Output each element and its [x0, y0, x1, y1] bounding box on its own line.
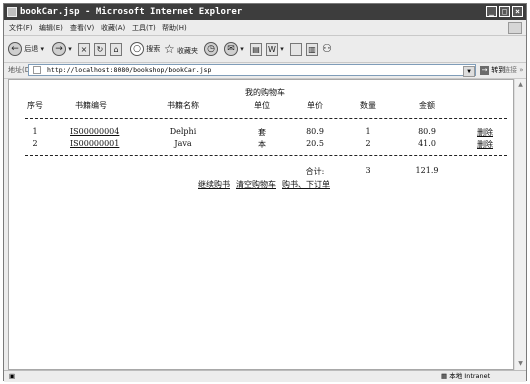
cart-title: 我的购物车 [245, 88, 285, 97]
menu-help[interactable]: 帮助(H) [162, 21, 187, 35]
stop-icon: × [78, 42, 90, 56]
minimize-button[interactable]: _ [486, 6, 497, 17]
rows-divider [25, 155, 507, 156]
home-button[interactable]: ⌂ [110, 40, 122, 58]
total-label: 合计: [305, 167, 325, 176]
menu-view[interactable]: 查看(V) [70, 21, 94, 35]
menu-file[interactable]: 文件(F) [9, 21, 33, 35]
go-arrow-icon: → [480, 65, 489, 75]
header-qty: 数量 [360, 101, 376, 110]
page-icon [33, 66, 41, 74]
status-page-icon: ▣ [9, 372, 16, 380]
maximize-button[interactable]: □ [499, 6, 510, 17]
header-book-name: 书籍名称 [167, 101, 199, 110]
book-name: Java [174, 139, 192, 148]
row-no: 2 [32, 139, 38, 148]
header-unit: 单位 [254, 101, 270, 110]
header-amount: 金额 [419, 101, 435, 110]
search-icon: ○ [130, 42, 144, 56]
go-button[interactable]: → 转到 [480, 63, 505, 78]
print-icon: ▤ [250, 42, 262, 56]
menu-tools[interactable]: 工具(T) [132, 21, 156, 35]
title-bar: bookCar.jsp - Microsoft Internet Explore… [4, 4, 526, 20]
place-order-link[interactable]: 购书、下订单 [282, 179, 330, 190]
quantity: 2 [365, 139, 371, 148]
menu-bar: 文件(F) 编辑(E) 查看(V) 收藏(A) 工具(T) 帮助(H) [4, 21, 526, 36]
favorites-button[interactable]: ☆ 收藏夹 [164, 40, 198, 58]
links-label[interactable]: 链接 » [503, 63, 524, 78]
address-bar: 地址(D) http://localhost:8080/bookshop/boo… [4, 63, 526, 79]
total-quantity: 3 [365, 166, 371, 175]
star-icon: ☆ [164, 42, 175, 56]
price: 20.5 [306, 139, 324, 148]
header-price: 单价 [307, 101, 323, 110]
continue-shopping-link[interactable]: 继续购书 [198, 179, 230, 190]
header-book-id: 书籍编号 [75, 101, 107, 110]
forward-button[interactable]: → ▾ [52, 40, 72, 58]
header-divider [25, 118, 507, 119]
print-button[interactable]: ▤ [250, 40, 262, 58]
discuss-icon [290, 42, 302, 56]
delete-link[interactable]: 删除 [477, 127, 493, 138]
book-id-link[interactable]: IS00000001 [70, 139, 119, 148]
back-arrow-icon: ← [8, 42, 22, 56]
page-content: 我的购物车 序号 书籍编号 书籍名称 单位 单价 数量 金额 1 IS00000… [8, 79, 514, 370]
status-bar: ▣ ▦ 本地 Intranet [4, 370, 526, 382]
history-icon: ◷ [204, 42, 218, 56]
total-amount: 121.9 [415, 166, 439, 175]
ie-page-icon [7, 7, 17, 17]
delete-link[interactable]: 删除 [477, 139, 493, 150]
messenger-icon: ⚇ [322, 42, 332, 55]
menu-edit[interactable]: 编辑(E) [39, 21, 63, 35]
edit-icon: W [266, 42, 278, 56]
scroll-up-icon[interactable]: ▲ [516, 80, 525, 89]
messenger-button[interactable]: ⚇ [322, 40, 332, 58]
edit-button[interactable]: W ▾ [266, 40, 284, 58]
research-button[interactable]: ▥ [306, 40, 318, 58]
refresh-icon: ↻ [94, 42, 106, 56]
clear-cart-link[interactable]: 清空购物车 [236, 179, 276, 190]
amount: 80.9 [418, 127, 436, 136]
address-dropdown-icon[interactable]: ▼ [463, 66, 475, 77]
book-id-link[interactable]: IS00000004 [70, 127, 119, 136]
amount: 41.0 [418, 139, 436, 148]
price: 80.9 [306, 127, 324, 136]
history-button[interactable]: ◷ [204, 40, 218, 58]
forward-arrow-icon: → [52, 42, 66, 56]
menu-favorites[interactable]: 收藏(A) [101, 21, 125, 35]
row-no: 1 [32, 127, 38, 136]
window-title: bookCar.jsp - Microsoft Internet Explore… [20, 7, 243, 17]
discuss-button[interactable] [290, 40, 302, 58]
search-button[interactable]: ○ 搜索 [130, 40, 160, 58]
browser-window: bookCar.jsp - Microsoft Internet Explore… [3, 3, 527, 382]
unit: 本 [258, 140, 266, 149]
quantity: 1 [365, 127, 371, 136]
book-name: Delphi [169, 127, 197, 136]
mail-icon: ✉ [224, 42, 238, 56]
mail-button[interactable]: ✉ ▾ [224, 40, 244, 58]
unit: 套 [258, 128, 266, 137]
header-no: 序号 [27, 101, 43, 110]
toolbar: ← 后退 ▾ → ▾ × ↻ ⌂ ○ 搜索 ☆ 收藏夹 ◷ ✉ ▾ ▤ W ▾ … [4, 36, 526, 63]
scroll-down-icon[interactable]: ▼ [516, 359, 525, 368]
address-url: http://localhost:8080/bookshop/bookCar.j… [47, 66, 212, 74]
address-input[interactable]: http://localhost:8080/bookshop/bookCar.j… [28, 64, 476, 77]
intranet-icon: ▦ [441, 372, 448, 380]
research-icon: ▥ [306, 42, 318, 56]
stop-button[interactable]: × [78, 40, 90, 58]
refresh-button[interactable]: ↻ [94, 40, 106, 58]
vertical-scrollbar[interactable]: ▲ ▼ [514, 79, 526, 370]
back-button[interactable]: ← 后退 ▾ [8, 40, 44, 58]
home-icon: ⌂ [110, 42, 122, 56]
windows-logo-icon [508, 22, 522, 34]
close-button[interactable]: × [512, 6, 523, 17]
intranet-zone: ▦ 本地 Intranet [441, 372, 491, 380]
